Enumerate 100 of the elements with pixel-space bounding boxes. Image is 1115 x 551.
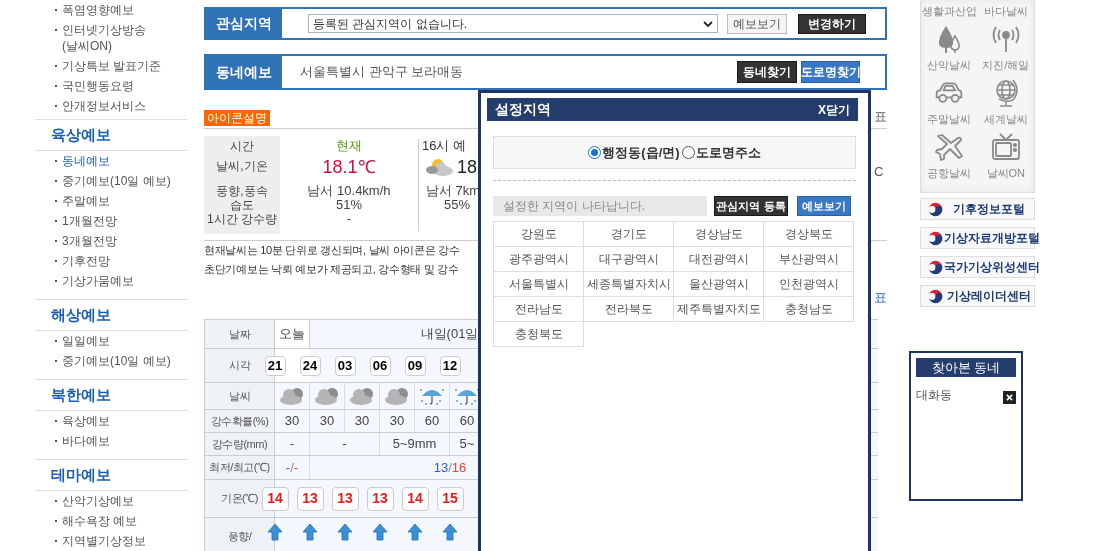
region-link[interactable]: 경상남도 bbox=[674, 222, 764, 247]
arrow-up-icon bbox=[267, 523, 283, 541]
section-heading: 해상예보 bbox=[51, 304, 111, 325]
section-heading: 테마예보 bbox=[51, 464, 111, 485]
header-label: 날씨,기온 bbox=[216, 158, 268, 175]
region-link[interactable]: 울산광역시 bbox=[674, 272, 764, 297]
button[interactable]: 도로명찾기 bbox=[801, 61, 860, 83]
time-cell: 09 bbox=[404, 355, 426, 376]
portal-link[interactable]: 기상레이더센터 bbox=[920, 285, 1035, 307]
selected-area-field[interactable]: 설정한 지역이 나타납니다. bbox=[493, 196, 707, 216]
sidebar-link[interactable]: 기후전망 bbox=[62, 253, 110, 269]
region-link[interactable]: 인천광역시 bbox=[764, 272, 854, 297]
radio-option[interactable]: 행정동(읍/면) bbox=[588, 142, 680, 163]
arrow-up-icon bbox=[372, 523, 388, 541]
forecast-title: 16시 예 bbox=[421, 137, 467, 155]
row-header: 날씨 bbox=[205, 383, 275, 410]
button[interactable]: 예보보기 bbox=[797, 196, 851, 216]
sidebar-link[interactable]: 폭염영향예보 bbox=[62, 2, 134, 18]
sidebar-link[interactable]: 지역별기상정보 bbox=[62, 533, 146, 549]
radio-option[interactable]: 도로명주소 bbox=[681, 142, 761, 163]
cloud-icon bbox=[383, 386, 411, 406]
portal-link[interactable]: 기후정보포털 bbox=[920, 198, 1035, 220]
link-text[interactable]: 표 bbox=[874, 288, 887, 308]
date-cell: 오늘 bbox=[275, 320, 310, 348]
temperature-cell: 13 bbox=[296, 486, 324, 511]
button[interactable]: 변경하기 bbox=[798, 13, 866, 34]
humidity-text: 55% bbox=[443, 198, 471, 212]
wind-text: 남서 10.4km/h bbox=[307, 184, 391, 198]
section-heading: 육상예보 bbox=[51, 124, 111, 145]
sidebar-link[interactable]: 중기예보(10일 예보) bbox=[62, 353, 171, 369]
table-cell: 30 bbox=[275, 410, 310, 432]
region-link[interactable]: 대구광역시 bbox=[584, 247, 674, 272]
address-text: 서울특별시 관악구 보라매동 bbox=[300, 63, 464, 82]
table-cell: 60 bbox=[415, 410, 450, 432]
region-link[interactable]: 경상북도 bbox=[764, 222, 854, 247]
region-link[interactable]: 세종특별자치시 bbox=[584, 272, 674, 297]
recent-link[interactable]: 대화동 bbox=[916, 386, 952, 404]
sidebar-link[interactable]: 바다예보 bbox=[62, 433, 110, 449]
button[interactable]: 예보보기 bbox=[727, 13, 787, 34]
sidebar-link[interactable]: 해수욕장 예보 bbox=[62, 513, 138, 529]
section-label: 동네예보 bbox=[206, 56, 282, 88]
close-button[interactable]: X닫기 bbox=[818, 100, 850, 119]
emblem-icon bbox=[927, 287, 944, 305]
sidebar-link[interactable]: 주말예보 bbox=[62, 193, 110, 209]
table-cell: - bbox=[275, 433, 310, 455]
row-header: 강수확률(%) bbox=[205, 410, 275, 433]
sidebar-link[interactable]: 중기예보(10일 예보) bbox=[62, 173, 171, 189]
sidebar-link[interactable]: 산악기상예보 bbox=[62, 493, 134, 509]
table-cell: - bbox=[310, 433, 380, 455]
min-max-text: 13/16 bbox=[433, 458, 467, 477]
sidebar-link[interactable]: 국민행동요령 bbox=[62, 78, 134, 94]
region-link[interactable]: 부산광역시 bbox=[764, 247, 854, 272]
delete-button[interactable] bbox=[1003, 390, 1016, 404]
rain-text: - bbox=[346, 212, 352, 226]
cloud-icon bbox=[313, 386, 341, 406]
panel-title: 찾아본 동네 bbox=[916, 358, 1016, 377]
arrow-up-icon bbox=[302, 523, 318, 541]
sidebar-link[interactable]: 기상특보 발표기준 bbox=[62, 58, 162, 74]
temperature-cell: 14 bbox=[401, 486, 429, 511]
fragment-text: C bbox=[874, 163, 884, 181]
tv-icon bbox=[990, 132, 1021, 162]
section-heading: 북한예보 bbox=[51, 384, 111, 405]
region-link[interactable]: 전라남도 bbox=[494, 297, 584, 322]
temperature-cell: 13 bbox=[366, 486, 394, 511]
radio-button[interactable] bbox=[588, 146, 602, 159]
region-link[interactable]: 강원도 bbox=[494, 222, 584, 247]
emblem-icon bbox=[927, 229, 944, 247]
sidebar-link[interactable]: 안개정보서비스 bbox=[62, 98, 146, 114]
umbrella-rain-icon bbox=[418, 386, 446, 406]
sidebar-link[interactable]: 인터넷기상방송 (날씨ON) bbox=[62, 22, 184, 54]
region-link[interactable]: 서울특별시 bbox=[494, 272, 584, 297]
quick-menu-item[interactable]: 지진/해일 bbox=[977, 22, 1034, 76]
sidebar-link[interactable]: 기상가뭄예보 bbox=[62, 273, 134, 289]
popup-title: 설정지역 bbox=[495, 100, 551, 119]
min-max-text: -/- bbox=[285, 458, 299, 477]
region-link[interactable]: 충청북도 bbox=[494, 322, 584, 347]
sidebar-link[interactable]: 3개월전망 bbox=[62, 233, 117, 249]
sidebar-link[interactable]: 동네예보 bbox=[62, 153, 110, 169]
region-link[interactable]: 광주광역시 bbox=[494, 247, 584, 272]
radio-button[interactable] bbox=[681, 146, 695, 159]
region-link[interactable]: 경기도 bbox=[584, 222, 674, 247]
region-link[interactable]: 대전광역시 bbox=[674, 247, 764, 272]
button[interactable]: 관심지역 등록 bbox=[714, 196, 788, 216]
header-label: 풍향,풍속 bbox=[216, 184, 268, 198]
temperature-cell: 13 bbox=[331, 486, 359, 511]
region-link[interactable]: 충청남도 bbox=[764, 297, 854, 322]
region-link[interactable]: 제주특별자치도 bbox=[674, 297, 764, 322]
time-cell: 03 bbox=[334, 355, 356, 376]
time-cell: 06 bbox=[369, 355, 391, 376]
sidebar-link[interactable]: 일일예보 bbox=[62, 333, 110, 349]
emblem-icon bbox=[927, 200, 944, 218]
row-header: 강수량(mm) bbox=[205, 433, 275, 456]
table-cell: 30 bbox=[380, 410, 415, 432]
sidebar-link[interactable]: 육상예보 bbox=[62, 413, 110, 429]
table-cell: 30 bbox=[310, 410, 345, 432]
region-select[interactable]: 등록된 관심지역이 없습니다. bbox=[308, 14, 718, 33]
region-link[interactable]: 전라북도 bbox=[584, 297, 674, 322]
sidebar-link[interactable]: 1개월전망 bbox=[62, 213, 117, 229]
button[interactable]: 동네찾기 bbox=[737, 61, 797, 83]
row-header: 최저/최고(℃) bbox=[205, 456, 275, 480]
